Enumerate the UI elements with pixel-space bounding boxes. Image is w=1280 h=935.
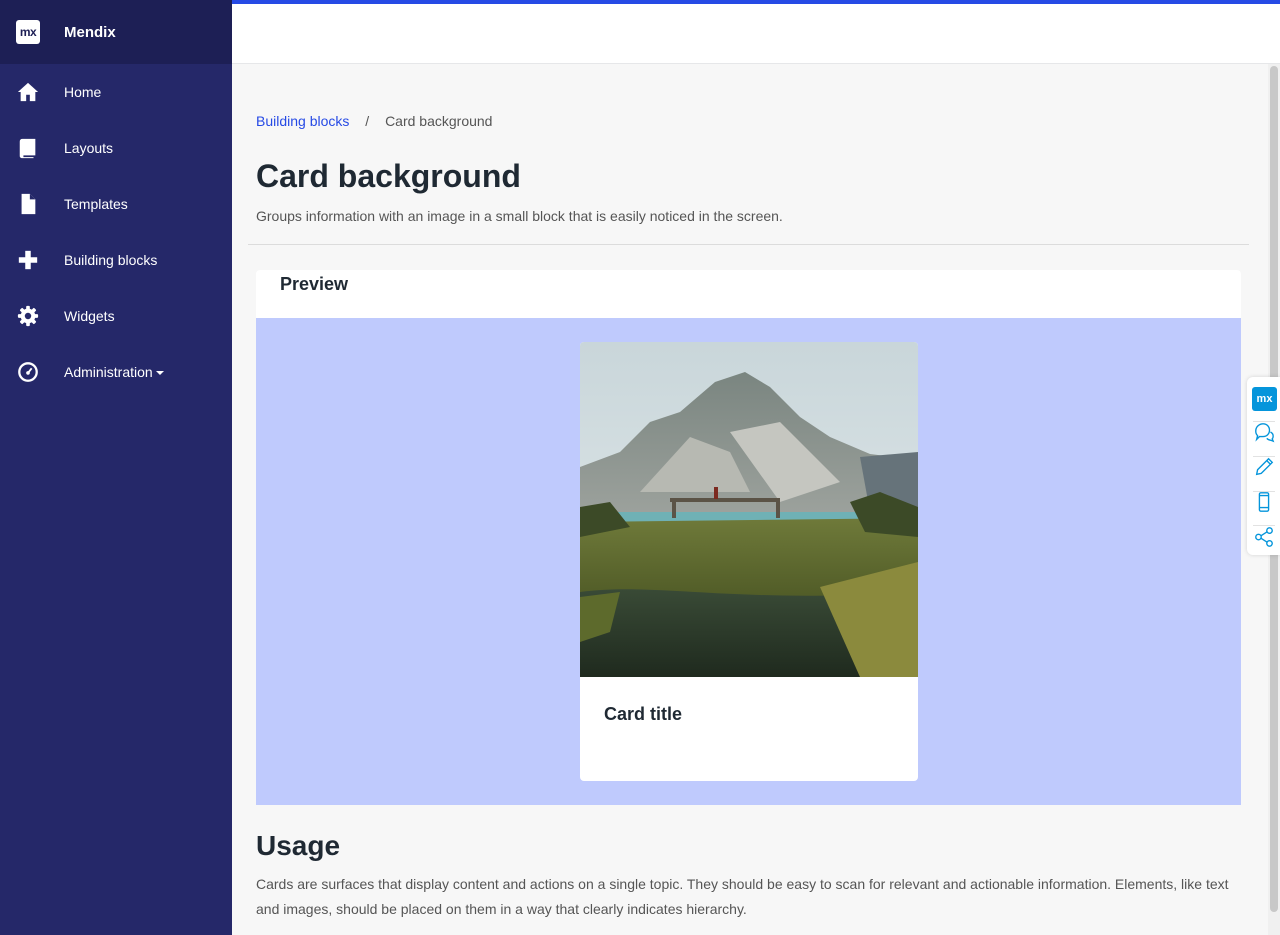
sidebar-item-label: Building blocks <box>64 252 158 268</box>
breadcrumb-separator: / <box>365 113 370 129</box>
main-content: Building blocks / Card background Card b… <box>232 64 1268 935</box>
preview-title: Preview <box>280 274 349 294</box>
mendix-logo: mx <box>16 20 40 44</box>
mendix-toolbar-logo[interactable]: mx <box>1252 387 1277 411</box>
edit-icon[interactable] <box>1253 456 1275 478</box>
sidebar-item-templates[interactable]: Templates <box>0 176 232 232</box>
sidebar-item-label: Layouts <box>64 140 114 156</box>
floating-toolbar: mx <box>1247 377 1280 555</box>
sidebar-item-label: Home <box>64 84 102 100</box>
book-icon <box>16 136 40 160</box>
sidebar-item-building-blocks[interactable]: Building blocks <box>0 232 232 288</box>
sidebar-item-label: Templates <box>64 196 128 212</box>
gear-icon <box>16 304 40 328</box>
sidebar-item-layouts[interactable]: Layouts <box>0 120 232 176</box>
card: Card title <box>580 342 918 781</box>
sidebar-item-widgets[interactable]: Widgets <box>0 288 232 344</box>
page-title: Card background <box>256 158 521 194</box>
sidebar: mx Mendix Home Layouts Templates Buildin… <box>0 0 232 935</box>
breadcrumb-current: Card background <box>385 113 493 129</box>
share-icon[interactable] <box>1253 526 1275 548</box>
sidebar-item-home[interactable]: Home <box>0 64 232 120</box>
card-title: Card title <box>604 704 683 724</box>
file-icon <box>16 192 40 216</box>
sidebar-item-label: Administration <box>64 364 164 380</box>
divider <box>248 244 1249 245</box>
home-icon <box>16 80 40 104</box>
preview-area: Card title <box>256 318 1241 805</box>
top-bar <box>232 0 1280 64</box>
plus-icon <box>16 248 40 272</box>
breadcrumb: Building blocks / Card background <box>256 113 492 129</box>
usage-title: Usage <box>256 830 341 861</box>
card-image <box>580 342 918 677</box>
dashboard-icon <box>16 360 40 384</box>
mobile-icon[interactable] <box>1253 491 1275 513</box>
brand-name: Mendix <box>64 23 116 41</box>
feedback-icon[interactable] <box>1253 421 1275 443</box>
breadcrumb-link[interactable]: Building blocks <box>256 113 349 129</box>
chevron-down-icon <box>155 371 164 376</box>
preview-header: Preview <box>256 270 1241 318</box>
sidebar-item-label: Widgets <box>64 308 115 324</box>
brand[interactable]: mx Mendix <box>0 0 232 64</box>
usage-text: Cards are surfaces that display content … <box>256 876 1229 917</box>
page-subtitle: Groups information with an image in a sm… <box>256 208 783 224</box>
sidebar-item-administration[interactable]: Administration <box>0 344 232 400</box>
